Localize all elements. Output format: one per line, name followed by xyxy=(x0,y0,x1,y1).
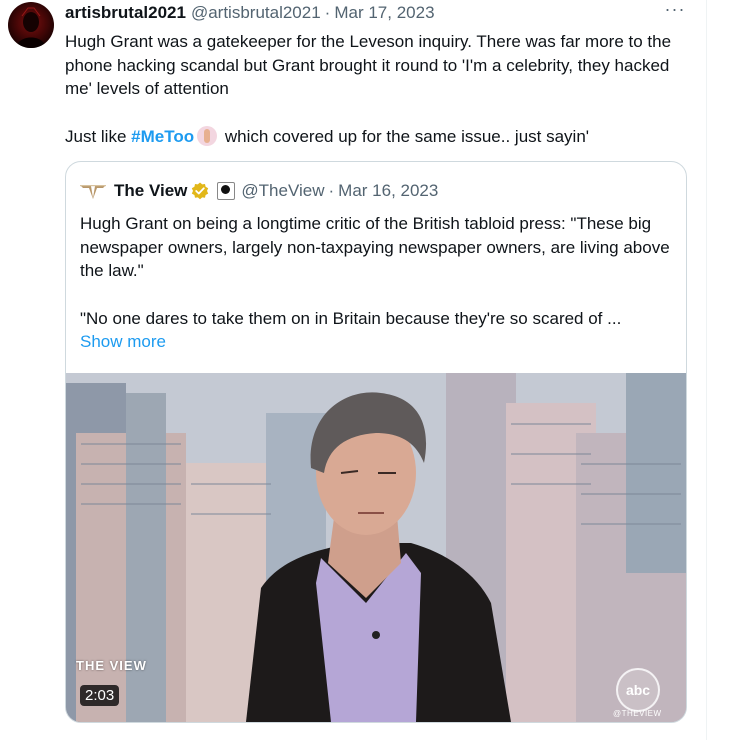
quoted-header: The View @TheView · Mar 16, 2023 xyxy=(80,180,438,202)
tweet-text: Hugh Grant was a gatekeeper for the Leve… xyxy=(65,30,685,148)
tweet-date[interactable]: Mar 17, 2023 xyxy=(334,3,434,23)
tweet-paragraph: Just like #MeToo which covered up for th… xyxy=(65,125,685,149)
author-name[interactable]: artisbrutal2021 xyxy=(65,3,186,23)
quoted-author-name[interactable]: The View xyxy=(114,181,187,201)
tweet[interactable]: artisbrutal2021 @artisbrutal2021 · Mar 1… xyxy=(0,0,731,740)
video-watermark: @THEVIEW xyxy=(613,709,662,718)
abc-network-bug-icon: abc xyxy=(616,668,660,712)
quoted-paragraph: Hugh Grant on being a longtime critic of… xyxy=(80,214,670,280)
quoted-author-handle[interactable]: @TheView xyxy=(241,181,324,201)
show-logo: THE VIEW xyxy=(76,658,147,673)
text-segment: Just like xyxy=(65,126,132,146)
verified-badge-icon xyxy=(191,182,209,200)
abc-news-affiliate-icon xyxy=(217,182,236,200)
text-segment: which covered up for the same issue.. ju… xyxy=(220,126,590,146)
quoted-date[interactable]: Mar 16, 2023 xyxy=(338,181,438,201)
separator-dot: · xyxy=(328,181,335,200)
hashtag-link[interactable]: #MeToo xyxy=(131,127,194,146)
avatar[interactable] xyxy=(8,2,54,48)
raised-hand-emoji-icon xyxy=(197,125,218,146)
video-duration: 2:03 xyxy=(80,685,120,706)
quoted-text: Hugh Grant on being a longtime critic of… xyxy=(80,212,675,330)
quoted-paragraph: "No one dares to take them on in Britain… xyxy=(80,308,622,328)
show-more-link[interactable]: Show more xyxy=(80,332,166,352)
author-handle[interactable]: @artisbrutal2021 xyxy=(191,3,321,23)
tweet-paragraph: Hugh Grant was a gatekeeper for the Leve… xyxy=(65,32,672,98)
separator-dot: · xyxy=(324,3,331,22)
tweet-header: artisbrutal2021 @artisbrutal2021 · Mar 1… xyxy=(65,2,435,24)
the-view-logo-icon[interactable] xyxy=(80,182,106,200)
video-player[interactable]: THE VIEW 2:03 abc @THEVIEW xyxy=(66,373,686,722)
column-divider xyxy=(706,0,707,740)
more-options-icon[interactable]: ··· xyxy=(660,0,690,24)
quoted-tweet[interactable]: The View @TheView · Mar 16, 2023 Hugh Gr… xyxy=(65,161,687,723)
